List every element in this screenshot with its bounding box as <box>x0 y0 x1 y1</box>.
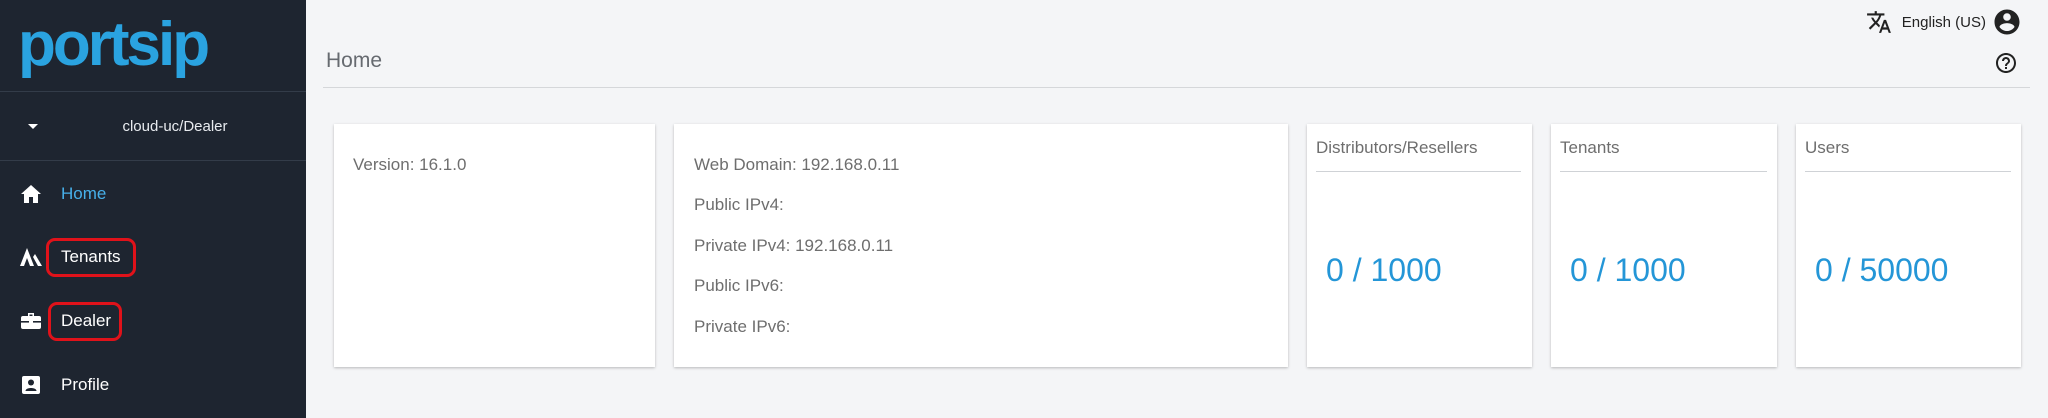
translate-icon[interactable] <box>1866 9 1892 35</box>
home-icon <box>19 182 43 206</box>
sidebar: portsip cloud-uc/Dealer Home Tenants Dea… <box>0 0 306 418</box>
briefcase-icon <box>19 309 43 333</box>
language-selector[interactable]: English (US) <box>1902 14 1986 31</box>
version-text: Version: 16.1.0 <box>353 155 467 174</box>
stat-value: 0 / 1000 <box>1570 252 1686 288</box>
sidebar-item-profile[interactable]: Profile <box>0 357 306 413</box>
stat-title: Users <box>1805 138 1850 157</box>
version-card: Version: 16.1.0 <box>334 124 655 367</box>
network-card: Web Domain: 192.168.0.11 Public IPv4: Pr… <box>674 124 1288 367</box>
stat-value: 0 / 50000 <box>1815 252 1949 288</box>
top-bar-controls: English (US) <box>1866 8 2022 36</box>
stat-title: Tenants <box>1560 138 1620 157</box>
private-ipv6: Private IPv6: <box>694 317 791 336</box>
help-icon[interactable] <box>1994 51 2018 75</box>
highlight-box <box>46 238 136 277</box>
profile-icon <box>19 373 43 397</box>
highlight-box <box>48 302 122 341</box>
sidebar-divider <box>0 91 306 92</box>
sidebar-divider <box>0 160 306 161</box>
sidebar-item-tenants[interactable]: Tenants <box>0 229 306 285</box>
stat-value: 0 / 1000 <box>1326 252 1442 288</box>
web-domain: Web Domain: 192.168.0.11 <box>694 155 900 174</box>
account-name: cloud-uc/Dealer <box>122 118 228 135</box>
account-switcher[interactable]: cloud-uc/Dealer <box>0 93 306 160</box>
caret-down-icon[interactable] <box>28 124 38 129</box>
public-ipv4: Public IPv4: <box>694 195 784 214</box>
stat-title: Distributors/Resellers <box>1316 138 1478 157</box>
users-card: Users 0 / 50000 <box>1796 124 2021 367</box>
logo-text: portsip <box>18 10 210 79</box>
stat-divider <box>1560 171 1767 172</box>
sidebar-item-dealer[interactable]: Dealer <box>0 293 306 349</box>
portsip-logo[interactable]: portsip <box>18 10 210 79</box>
stat-divider <box>1316 171 1521 172</box>
title-divider <box>323 87 2030 88</box>
sidebar-item-home[interactable]: Home <box>0 166 306 222</box>
distributors-resellers-card: Distributors/Resellers 0 / 1000 <box>1307 124 1532 367</box>
account-circle-icon[interactable] <box>1992 7 2022 37</box>
tenants-card: Tenants 0 / 1000 <box>1551 124 1777 367</box>
sidebar-item-label: Home <box>61 184 107 203</box>
page-title: Home <box>326 49 383 72</box>
stat-divider <box>1805 171 2011 172</box>
sidebar-item-label: Profile <box>61 375 110 394</box>
private-ipv4: Private IPv4: 192.168.0.11 <box>694 236 894 255</box>
tenants-icon <box>19 245 43 269</box>
public-ipv6: Public IPv6: <box>694 276 784 295</box>
